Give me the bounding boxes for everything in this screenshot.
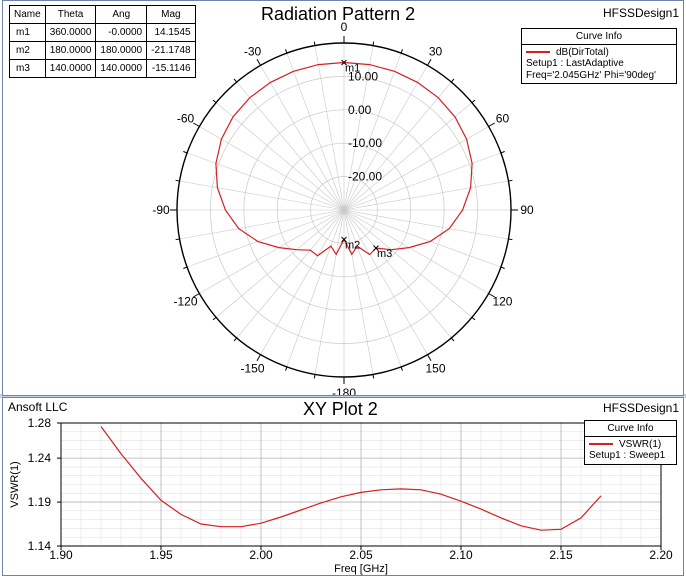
- marker-label: m3: [377, 248, 392, 260]
- polar-plot[interactable]: 0306090120150-180-150-120-90-60-3010.000…: [3, 1, 683, 395]
- polar-tick: [372, 41, 375, 46]
- polar-tick: [500, 151, 505, 154]
- polar-tick: [212, 99, 217, 104]
- polar-tick: [471, 99, 476, 104]
- xy-plot[interactable]: 1.90 1.95 2.00 2.05 2.10 2.15 2.20 1.14 1.19 1.24…: [3, 398, 683, 575]
- x-tick-label: 1.90: [49, 548, 73, 562]
- radiation-pattern-panel: Name Theta Ang Mag m1 360.0000 -0.0000 1…: [2, 0, 684, 396]
- marker-label: m1: [345, 63, 360, 75]
- polar-tick: [488, 122, 495, 127]
- series-line: [100, 426, 602, 531]
- polar-tick: [313, 41, 316, 46]
- angle-tick-label: -90: [152, 203, 170, 217]
- radial-tick-label: -20.00: [348, 170, 382, 184]
- polar-spoke: [236, 209, 345, 339]
- marker-label: m2: [345, 239, 360, 251]
- polar-tick: [372, 374, 375, 379]
- polar-tick: [400, 49, 403, 54]
- polar-tick: [450, 337, 455, 342]
- polar-tick: [233, 337, 238, 342]
- polar-tick: [233, 78, 238, 83]
- polar-tick: [285, 366, 288, 371]
- angle-tick-label: 120: [492, 295, 512, 309]
- x-tick-label: 2.20: [649, 548, 673, 562]
- y-tick-label: 1.19: [28, 495, 52, 509]
- polar-tick: [427, 59, 432, 66]
- polar-tick: [175, 238, 180, 241]
- polar-tick: [508, 179, 513, 182]
- angle-tick-label: -30: [244, 45, 262, 59]
- polar-tick: [450, 78, 455, 83]
- x-tick-label: 2.00: [249, 548, 273, 562]
- legend-series-label: VSWR(1): [619, 438, 662, 450]
- y-tick-label: 1.14: [28, 539, 52, 553]
- polar-tick: [183, 266, 188, 269]
- xy-plot-panel: Ansoft LLC XY Plot 2 HFSSDesign1 1.90 1.9…: [2, 397, 684, 576]
- polar-tick: [500, 266, 505, 269]
- polar-tick: [313, 374, 316, 379]
- x-tick-label: 2.05: [349, 548, 373, 562]
- angle-tick-label: -60: [177, 112, 195, 126]
- angle-tick-label: -180: [332, 386, 356, 395]
- angle-tick-label: 30: [429, 45, 443, 59]
- polar-spoke: [215, 209, 345, 318]
- legend-header: Curve Info: [585, 421, 676, 437]
- x-tick-label: 1.95: [149, 548, 173, 562]
- angle-tick-label: 150: [425, 361, 445, 375]
- radial-tick-label: -10.00: [348, 136, 382, 150]
- polar-tick: [256, 59, 261, 66]
- polar-tick: [508, 238, 513, 241]
- polar-spoke: [236, 81, 345, 211]
- legend-setup-line: Setup1 : Sweep1: [589, 450, 666, 461]
- polar-spoke: [343, 102, 473, 211]
- legend-series-row: VSWR(1): [585, 437, 676, 450]
- polar-tick: [183, 151, 188, 154]
- polar-tick: [471, 316, 476, 321]
- angle-tick-label: -150: [240, 361, 264, 375]
- legend-swatch: [589, 443, 613, 445]
- angle-tick-label: 60: [496, 112, 510, 126]
- polar-tick: [193, 122, 200, 127]
- curve-info-legend[interactable]: Curve Info VSWR(1) Setup1 : Sweep1: [584, 420, 677, 465]
- y-tick-label: 1.28: [28, 416, 52, 430]
- angle-tick-label: 90: [520, 203, 534, 217]
- angle-tick-label: -120: [174, 295, 198, 309]
- polar-tick: [400, 366, 403, 371]
- polar-spoke: [343, 209, 452, 339]
- polar-spoke: [215, 102, 345, 211]
- polar-tick: [427, 354, 432, 361]
- angle-tick-label: 0: [341, 20, 348, 34]
- radial-tick-label: 0.00: [348, 103, 372, 117]
- y-axis-label: VSWR(1): [9, 461, 21, 507]
- x-axis-label: Freq [GHz]: [334, 563, 388, 575]
- polar-tick: [285, 49, 288, 54]
- x-tick-label: 2.10: [449, 548, 473, 562]
- polar-tick: [212, 316, 217, 321]
- polar-tick: [175, 179, 180, 182]
- x-tick-label: 2.15: [549, 548, 573, 562]
- polar-spoke: [343, 209, 473, 318]
- polar-tick: [256, 354, 261, 361]
- y-tick-label: 1.24: [28, 451, 52, 465]
